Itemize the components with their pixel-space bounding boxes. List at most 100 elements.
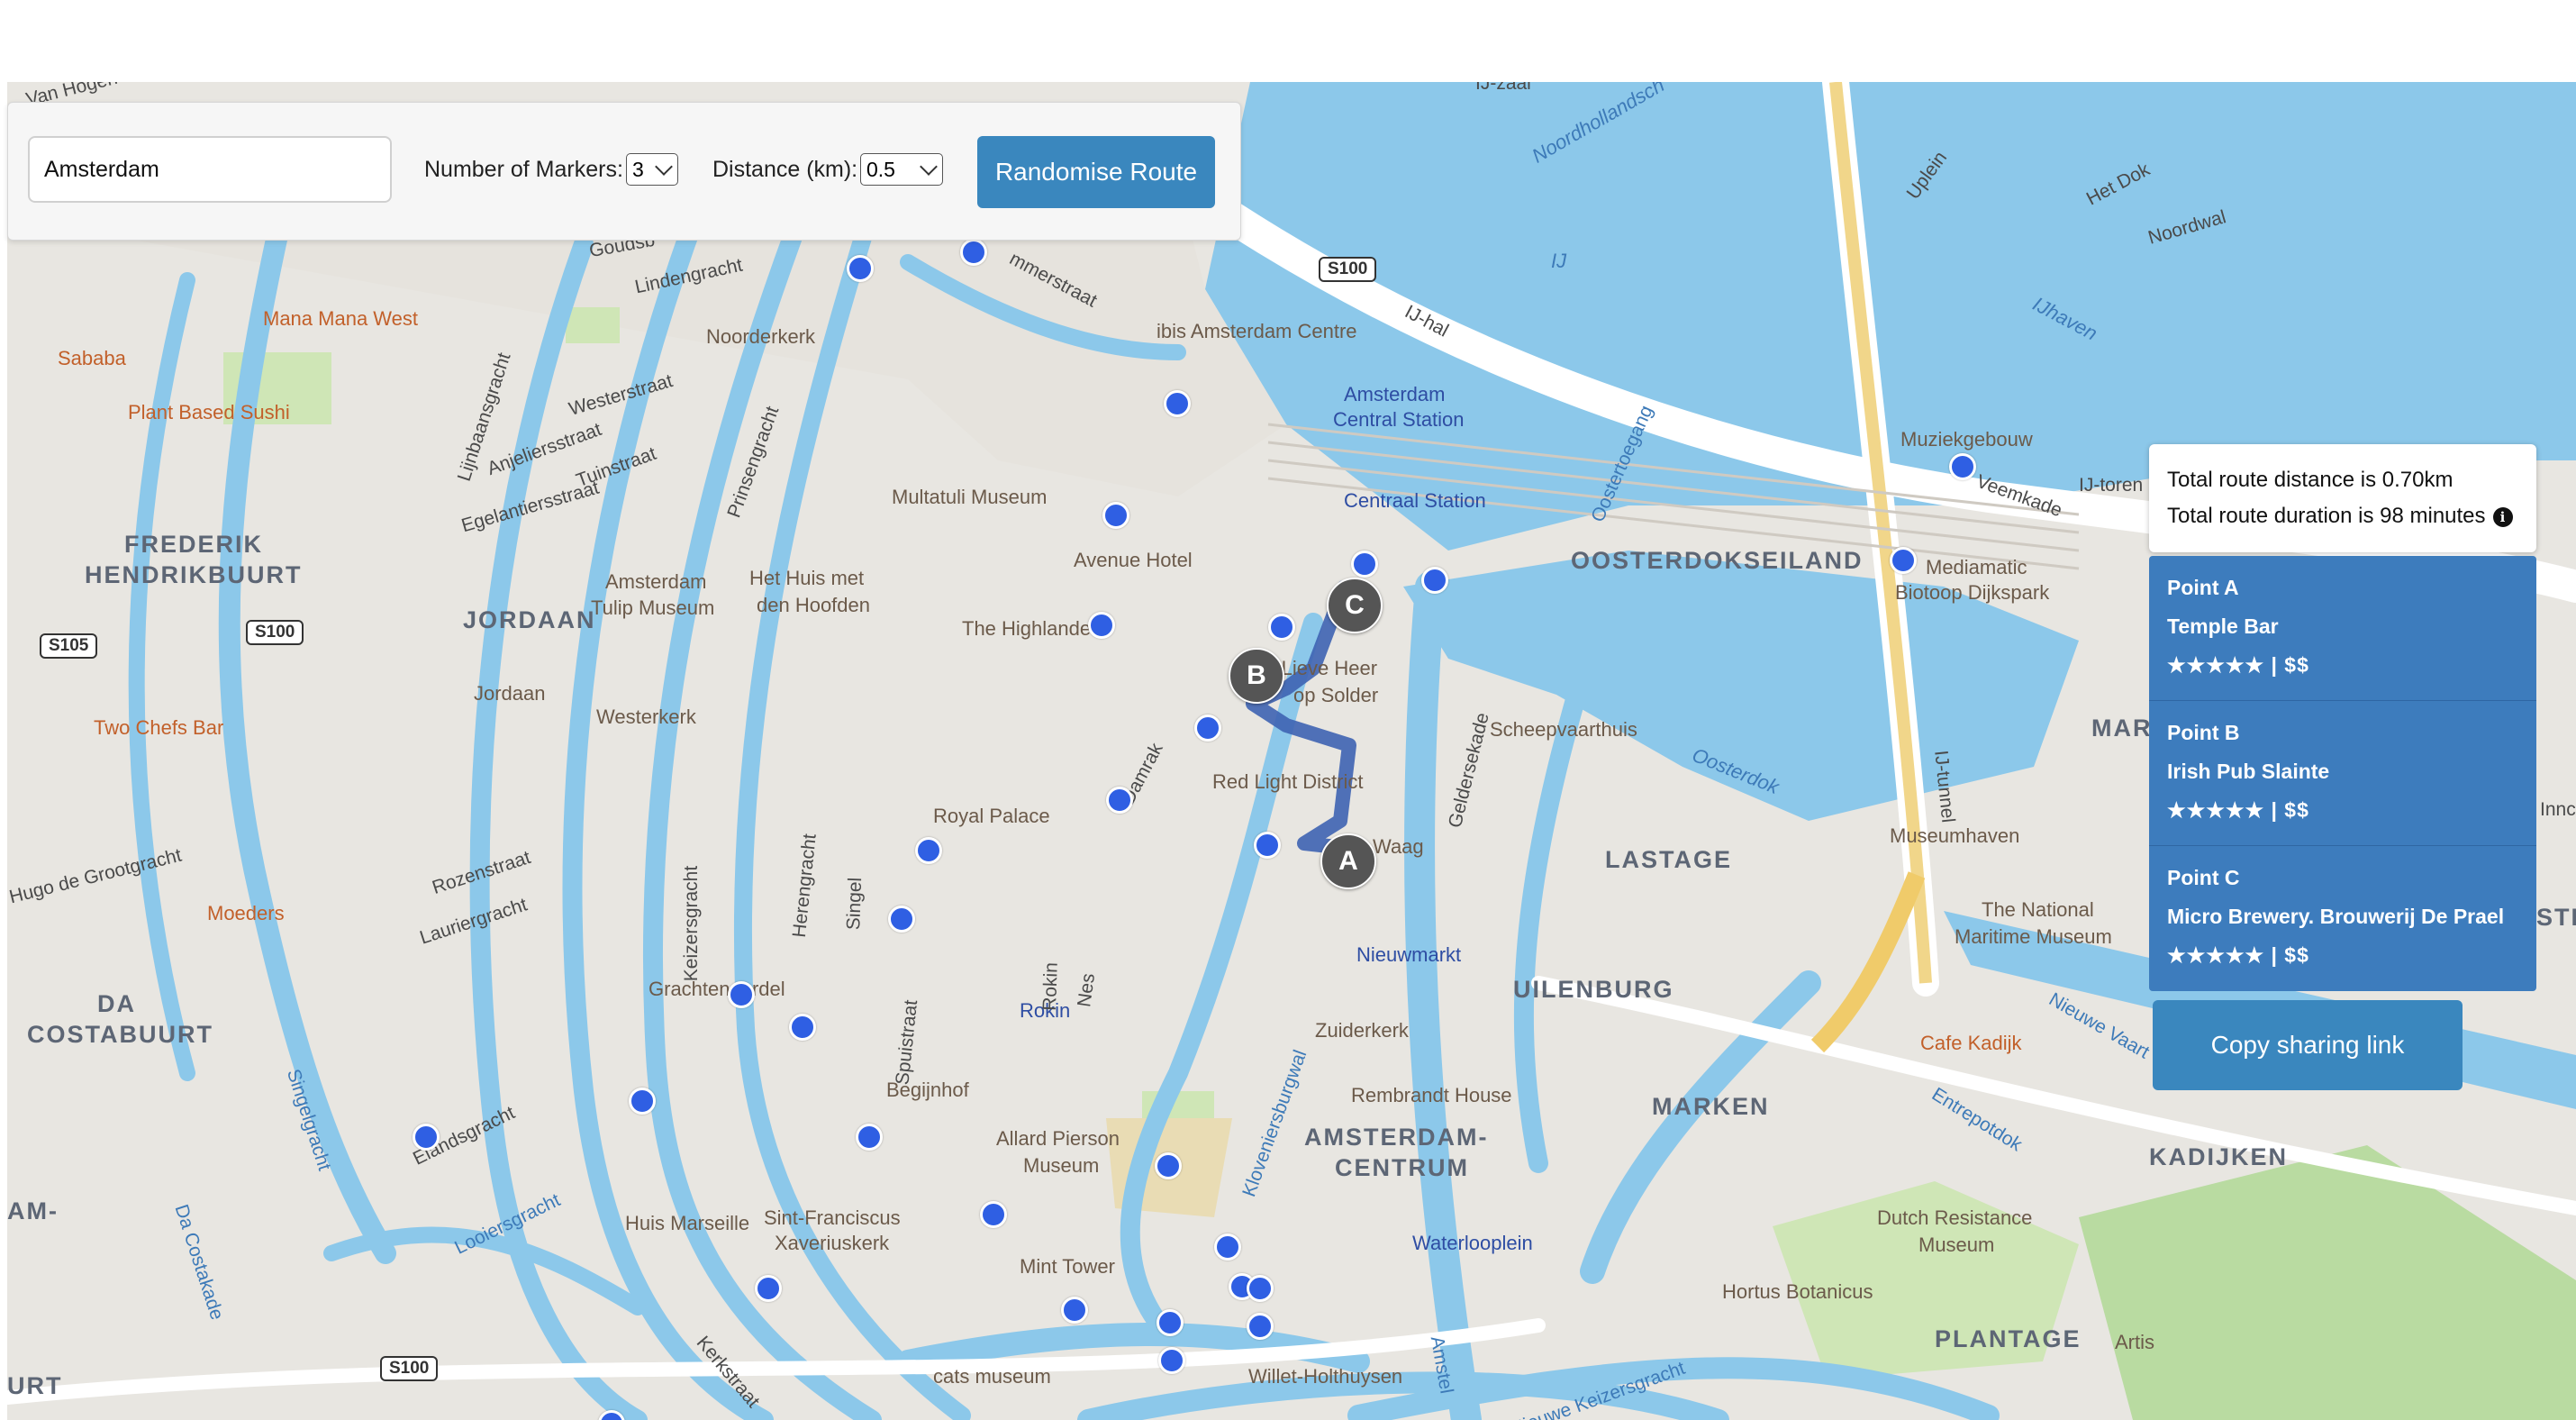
map-marker[interactable]: [1247, 1313, 1274, 1340]
district-label: CENTRUM: [1335, 1154, 1469, 1181]
street-label: Singel: [843, 877, 866, 931]
poi-label: Westerkerk: [596, 705, 696, 728]
district-label: OOSTERDOKSEILAND: [1571, 547, 1864, 574]
poi-label: The Highlander: [962, 617, 1098, 640]
poi-label: Noorderkerk: [706, 325, 816, 348]
street-label: Rokin: [1039, 961, 1062, 1012]
map-marker[interactable]: [1106, 787, 1133, 814]
poi-label: Grachtengordel: [649, 978, 785, 1000]
distance-select[interactable]: 0.5: [860, 153, 943, 186]
district-label: UILENBURG: [1513, 976, 1674, 1003]
poi-label: Museum: [1918, 1233, 1995, 1256]
map-marker[interactable]: [915, 837, 942, 864]
chevron-down-icon: [655, 158, 673, 176]
map-marker[interactable]: [755, 1275, 782, 1302]
route-summary-box: Total route distance is 0.70km Total rou…: [2149, 444, 2536, 552]
info-icon[interactable]: i: [2492, 506, 2513, 527]
map-marker[interactable]: [1351, 551, 1378, 578]
street-label: IJ-zaal: [1475, 82, 1531, 94]
map-marker[interactable]: [629, 1088, 656, 1115]
map-marker[interactable]: [1194, 715, 1221, 742]
route-point-c-badge[interactable]: C: [1327, 578, 1383, 633]
poi-label: Maritime Museum: [1955, 925, 2112, 948]
map-marker[interactable]: [1158, 1347, 1185, 1374]
point-card-b[interactable]: Point B Irish Pub Slainte ★★★★★ | $$: [2149, 701, 2536, 846]
map-marker[interactable]: [1421, 567, 1448, 594]
copy-sharing-link-button[interactable]: Copy sharing link: [2153, 1000, 2463, 1090]
poi-label: Zuiderkerk: [1315, 1019, 1409, 1042]
poi-label: Two Chefs Bar: [94, 716, 224, 739]
poi-label: Huis Marseille: [625, 1212, 750, 1234]
poi-label: Mana Mana West: [263, 307, 419, 330]
map-marker[interactable]: [1156, 1309, 1184, 1336]
point-title: Point A: [2167, 576, 2239, 599]
randomise-route-button[interactable]: Randomise Route: [977, 136, 1215, 208]
map-marker[interactable]: [1061, 1297, 1088, 1324]
poi-label: Mint Tower: [1020, 1255, 1115, 1278]
map-marker[interactable]: [847, 255, 874, 282]
map-marker[interactable]: [980, 1201, 1007, 1228]
route-duration-text: Total route duration is 98 minutes: [2167, 504, 2486, 528]
poi-label: Xaveriuskerk: [775, 1232, 890, 1254]
map-marker[interactable]: [1102, 502, 1129, 529]
poi-label: Avenue Hotel: [1074, 549, 1193, 571]
route-distance-text: Total route distance is 0.70km: [2167, 468, 2454, 492]
point-card-a[interactable]: Point A Temple Bar ★★★★★ | $$: [2149, 556, 2536, 701]
poi-label: Museum: [1023, 1154, 1100, 1177]
map-marker[interactable]: [413, 1124, 440, 1151]
district-label: FREDERIK: [124, 531, 264, 558]
poi-label: ibis Amsterdam Centre: [1156, 320, 1357, 342]
markers-select[interactable]: 3: [626, 153, 678, 186]
district-label: PLANTAGE: [1935, 1325, 2082, 1352]
road-shield: S105: [40, 633, 98, 659]
map-marker[interactable]: [856, 1124, 883, 1151]
map-marker[interactable]: [1890, 547, 1917, 574]
poi-label: Royal Palace: [933, 805, 1050, 827]
transit-label: Centraal Station: [1344, 489, 1486, 512]
district-label: AM-: [7, 1197, 59, 1224]
street-label: IJ-toren: [2079, 475, 2144, 496]
route-duration-line: Total route duration is 98 minutes i: [2167, 504, 2513, 529]
distance-label: Distance (km):: [712, 157, 858, 182]
map-marker[interactable]: [1247, 1275, 1274, 1302]
road-shield: S100: [380, 1356, 439, 1381]
map-marker[interactable]: [960, 239, 987, 266]
map-marker[interactable]: [1155, 1152, 1182, 1179]
district-label: COSTABUURT: [27, 1021, 213, 1048]
district-label: KADIJKEN: [2149, 1143, 2289, 1170]
poi-label: cats museum: [933, 1365, 1051, 1388]
point-name: Temple Bar: [2167, 614, 2279, 638]
district-label: AMSTERDAM-: [1304, 1124, 1489, 1151]
map-marker[interactable]: [1088, 612, 1115, 639]
route-point-a-badge[interactable]: A: [1320, 833, 1376, 889]
map-marker[interactable]: [789, 1014, 816, 1041]
transit-label: Amsterdam: [1344, 383, 1446, 405]
water-label: IJ: [1551, 250, 1567, 272]
poi-label: Muziekgebouw: [1900, 428, 2033, 451]
poi-label: Hortus Botanicus: [1722, 1280, 1873, 1303]
route-point-b-badge[interactable]: B: [1229, 648, 1284, 704]
map-marker[interactable]: [888, 906, 915, 933]
map-marker[interactable]: [1254, 832, 1281, 859]
poi-label: Mediamatic: [1926, 556, 2027, 578]
city-input[interactable]: [28, 136, 392, 203]
markers-select-value: 3: [632, 157, 644, 181]
transit-label: Waterlooplein: [1412, 1232, 1533, 1254]
map-marker[interactable]: [1164, 390, 1191, 417]
district-label: STI: [2536, 904, 2576, 931]
map-marker[interactable]: [1214, 1233, 1241, 1261]
poi-label: Museumhaven: [1890, 824, 2020, 847]
poi-label: Willet-Holthuysen: [1248, 1365, 1403, 1388]
poi-label: Jordaan: [474, 682, 546, 705]
map-marker[interactable]: [1268, 614, 1295, 641]
poi-label: Waag: [1373, 835, 1424, 858]
map-marker[interactable]: [1949, 453, 1976, 480]
poi-label: Sababa: [58, 347, 126, 369]
street-label: Innc: [2540, 799, 2576, 820]
district-label: LASTAGE: [1605, 846, 1732, 873]
poi-label: op Solder: [1293, 684, 1379, 706]
point-card-c[interactable]: Point C Micro Brewery. Brouwerij De Prae…: [2149, 846, 2536, 991]
route-controls-panel: Number of Markers: 3 Distance (km): 0.5 …: [7, 102, 1241, 241]
map-marker[interactable]: [728, 981, 755, 1008]
road-shield: S100: [1319, 257, 1377, 282]
